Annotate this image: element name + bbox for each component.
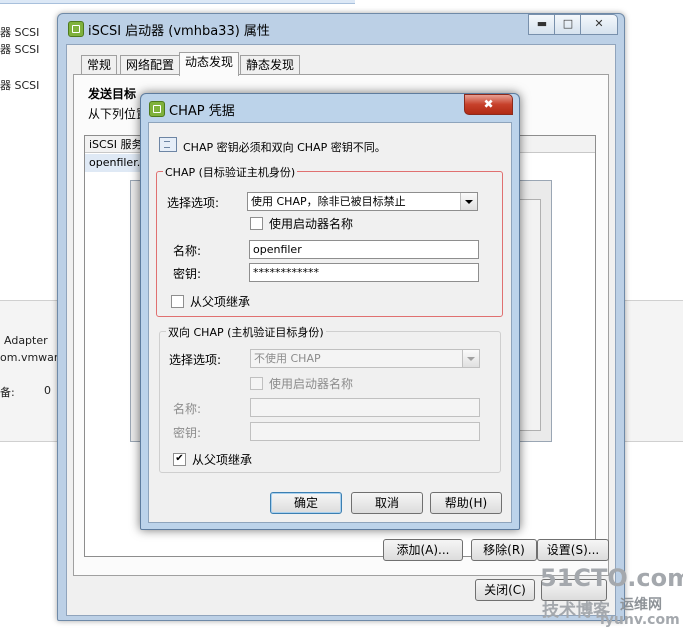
mutual-select-value: 不使用 CHAP [254, 352, 321, 365]
bg-adapter-item-2[interactable]: 器 SCSI [0, 41, 39, 57]
vsphere-app-icon [68, 21, 84, 37]
maximize-icon: □ [562, 17, 574, 30]
chap-select-label: 选择选项: [167, 196, 220, 210]
tab-general[interactable]: 常规 [81, 55, 118, 75]
watermark-yunwei: 运维网 [620, 597, 662, 613]
close-icon: ✕ [594, 17, 604, 30]
vsphere-app-icon [149, 101, 165, 117]
chap-dialog-body: CHAP 密钥必须和双向 CHAP 密钥不同。 CHAP (目标验证主机身份) … [148, 122, 512, 523]
chevron-down-icon[interactable] [462, 350, 479, 367]
mutual-secret-input[interactable] [250, 422, 480, 441]
chap-name-label: 名称: [173, 244, 202, 258]
settings-button[interactable]: 设置(S)... [537, 539, 609, 561]
cancel-button[interactable]: 取消 [351, 492, 423, 514]
iscsi-window-title-bar[interactable]: iSCSI 启动器 (vmhba33) 属性 [68, 20, 270, 39]
chap-inherit-checkbox[interactable] [171, 295, 184, 308]
chap-secret-input[interactable]: ************ [249, 263, 479, 282]
chap-secret-label: 密钥: [173, 267, 202, 281]
mutual-name-input[interactable] [250, 398, 480, 417]
close-button[interactable]: 关闭(C) [475, 579, 535, 601]
checkmark-icon: ✔ [175, 453, 184, 464]
bg-adapter-item-1[interactable]: 器 SCSI [0, 24, 39, 40]
chap-dialog-title: CHAP 凭据 [169, 104, 235, 119]
mutual-secret-label: 密钥: [173, 426, 202, 440]
remove-target-button[interactable]: 移除(R) [471, 539, 537, 561]
mutual-inherit-checkbox[interactable]: ✔ [173, 453, 186, 466]
bg-adapter-label: Adapter [4, 334, 48, 347]
bg-adapter-item-3[interactable]: 器 SCSI [0, 77, 39, 93]
maximize-button[interactable]: □ [554, 14, 582, 35]
watermark-iyunv: iyunv.com [600, 612, 680, 628]
mutual-use-initiator-checkbox[interactable] [250, 377, 263, 390]
bg-devices-value: 0 [44, 384, 51, 397]
chap-select-combo[interactable]: 使用 CHAP，除非已被目标禁止 [247, 192, 478, 211]
minimize-button[interactable]: ▬ [528, 14, 556, 35]
watermark-51cto: 51CTO.com [540, 564, 683, 592]
tab-dynamic-discovery[interactable]: 动态发现 [179, 52, 240, 76]
mutual-inherit-label[interactable]: 从父项继承 [192, 451, 252, 468]
send-targets-title: 发送目标 [88, 87, 137, 101]
chap-use-initiator-label[interactable]: 使用启动器名称 [269, 215, 353, 232]
mutual-name-label: 名称: [173, 402, 202, 416]
mutual-select-combo[interactable]: 不使用 CHAP [250, 349, 480, 368]
ok-button[interactable]: 确定 [270, 492, 342, 514]
minimize-icon: ▬ [536, 17, 548, 30]
bg-devices-label: 备: [0, 386, 15, 399]
close-icon: ✖ [483, 97, 494, 111]
chap-credentials-dialog: CHAP 凭据 ✖ CHAP 密钥必须和双向 CHAP 密钥不同。 CHAP (… [140, 93, 520, 530]
info-icon [159, 137, 177, 152]
mutual-select-label: 选择选项: [169, 353, 222, 367]
send-targets-description: 从下列位置 [88, 107, 149, 121]
chap-select-value: 使用 CHAP，除非已被目标禁止 [251, 195, 406, 208]
help-button[interactable]: 帮助(H) [430, 492, 502, 514]
chap-info-text: CHAP 密钥必须和双向 CHAP 密钥不同。 [183, 141, 386, 154]
background-toolbar-edge [0, 0, 355, 4]
add-target-button[interactable]: 添加(A)... [383, 539, 463, 561]
chap-name-input[interactable]: openfiler [249, 240, 479, 259]
window-close-button[interactable]: ✕ [580, 14, 618, 35]
mutual-chap-group-legend: 双向 CHAP (主机验证目标身份) [166, 324, 326, 340]
iscsi-window-title: iSCSI 启动器 (vmhba33) 属性 [88, 24, 270, 39]
chap-title-bar[interactable]: CHAP 凭据 [149, 100, 235, 119]
mutual-use-initiator-label: 使用启动器名称 [269, 377, 354, 391]
chap-use-initiator-checkbox[interactable] [250, 217, 263, 230]
chap-group-legend: CHAP (目标验证主机身份) [163, 164, 298, 180]
tab-static-discovery[interactable]: 静态发现 [240, 55, 301, 75]
tab-network-config[interactable]: 网络配置 [120, 55, 181, 75]
chap-close-button[interactable]: ✖ [464, 94, 513, 115]
chap-inherit-label[interactable]: 从父项继承 [190, 293, 250, 310]
chevron-down-icon[interactable] [460, 193, 477, 210]
